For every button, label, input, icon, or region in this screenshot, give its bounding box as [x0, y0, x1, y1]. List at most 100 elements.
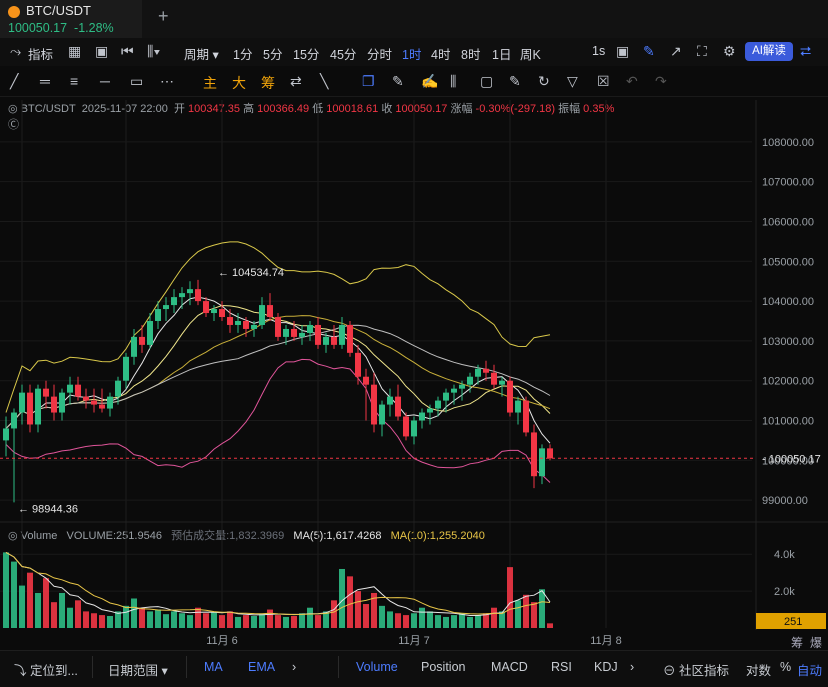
- volume-bar: [427, 611, 433, 628]
- candles-icon[interactable]: ⫼: [450, 73, 456, 90]
- candle-body: [139, 336, 145, 345]
- chevron-right-icon-2[interactable]: ›: [630, 660, 634, 674]
- candle-body: [187, 289, 193, 294]
- volume-bar: [11, 561, 17, 628]
- seconds-button[interactable]: 1s: [592, 44, 605, 58]
- filter-icon[interactable]: ▽: [567, 73, 578, 90]
- fullscreen-icon[interactable]: ⛶: [697, 43, 707, 60]
- candle-body: [91, 400, 97, 405]
- settings-icon[interactable]: ⚙: [723, 43, 736, 60]
- tab-ma[interactable]: MA: [204, 660, 223, 674]
- candle-body: [331, 336, 337, 345]
- auto-scale-toggle[interactable]: 自动: [797, 660, 822, 679]
- more-tools-icon[interactable]: ⋯: [160, 73, 174, 90]
- pen-icon[interactable]: ✎: [643, 43, 655, 60]
- volume-bar: [291, 616, 297, 628]
- main-force-button[interactable]: 主: [203, 73, 217, 93]
- time-tick-label: 11月 7: [398, 635, 430, 647]
- candle-body: [451, 388, 457, 393]
- chart-type-icon[interactable]: ⫼▾: [147, 43, 160, 60]
- hline-tool-icon[interactable]: ═: [40, 73, 50, 89]
- candle-body: [435, 400, 441, 409]
- candle-body: [75, 384, 81, 397]
- current-volume-label: 251: [784, 616, 802, 628]
- redo-icon[interactable]: ↷: [655, 73, 667, 90]
- volume-bar: [51, 602, 57, 628]
- tab-position[interactable]: Position: [421, 660, 465, 674]
- price-tick-label: 99000.00: [762, 495, 808, 507]
- sync-icon[interactable]: ⇄: [290, 73, 302, 90]
- delete-icon[interactable]: ☒: [597, 73, 610, 90]
- highlighter-icon[interactable]: ✍: [421, 73, 438, 90]
- tab-rsi[interactable]: RSI: [551, 660, 572, 674]
- note-icon[interactable]: ✎: [509, 73, 521, 90]
- share-network-icon[interactable]: ⮂: [800, 43, 811, 60]
- volume-bar: [523, 594, 529, 628]
- indicators-icon[interactable]: ⤳: [10, 43, 21, 60]
- chevron-right-icon[interactable]: ›: [292, 660, 296, 674]
- interval-45m[interactable]: 45分: [330, 44, 356, 63]
- interval-5m[interactable]: 5分: [263, 44, 282, 63]
- log-scale-toggle[interactable]: 对数: [746, 660, 771, 679]
- volume-bar: [539, 589, 545, 628]
- brush-icon[interactable]: ✎: [392, 73, 404, 90]
- indicators-button[interactable]: 指标: [28, 44, 53, 63]
- tab-macd[interactable]: MACD: [491, 660, 528, 674]
- burst-toggle[interactable]: 爆: [810, 634, 822, 651]
- copy-icon[interactable]: ❐: [362, 73, 375, 90]
- community-indicators-button[interactable]: ⊖ 社区指标: [663, 660, 729, 679]
- rewind-icon[interactable]: ⏮: [121, 43, 134, 60]
- candle-body: [171, 297, 177, 306]
- interval-8h[interactable]: 8时: [461, 44, 480, 63]
- price-tick-label: 101000.00: [762, 415, 814, 427]
- tab-btc-usdt[interactable]: BTC/USDT 100050.17 -1.28%: [0, 0, 142, 38]
- interval-1w[interactable]: 周K: [520, 44, 541, 63]
- undo-icon[interactable]: ↶: [626, 73, 638, 90]
- candle-body: [363, 376, 369, 385]
- calendar-icon[interactable]: ▦: [68, 43, 81, 60]
- interval-15m[interactable]: 15分: [293, 44, 319, 63]
- price-tick-label: 104000.00: [762, 296, 814, 308]
- date-range-dropdown[interactable]: 日期范围 ▾: [108, 660, 168, 679]
- price-tick-label: 108000.00: [762, 137, 814, 149]
- candle-body: [291, 328, 297, 337]
- tab-ema[interactable]: EMA: [248, 660, 275, 674]
- interval-1d[interactable]: 1日: [492, 44, 511, 63]
- interval-1h[interactable]: 1时: [402, 44, 421, 63]
- interval-timeline[interactable]: 分时: [367, 44, 392, 63]
- layout-icon[interactable]: ▣: [95, 43, 108, 60]
- locate-button[interactable]: ⤵ 定位到...: [14, 660, 78, 679]
- trash-lock-icon[interactable]: ▢: [480, 73, 493, 90]
- ray-tool-icon[interactable]: ─: [100, 73, 110, 89]
- candle-body: [475, 368, 481, 377]
- measure-icon[interactable]: ╲: [320, 73, 328, 90]
- ai-explain-button[interactable]: AI解读: [745, 42, 793, 61]
- chips-toggle[interactable]: 筹: [791, 634, 803, 651]
- candle-body: [211, 309, 217, 314]
- tab-volume[interactable]: Volume: [356, 660, 398, 674]
- magnet-icon[interactable]: ↻: [538, 73, 550, 90]
- line-tool-icon[interactable]: ╱: [10, 73, 18, 90]
- volume-bar: [99, 615, 105, 628]
- tab-kdj[interactable]: KDJ: [594, 660, 618, 674]
- parallel-tool-icon[interactable]: ≡: [70, 73, 78, 89]
- candle-body: [19, 392, 25, 413]
- candlestick-chart[interactable]: 108000.00 107000.00 106000.00 105000.00 1040…: [0, 96, 828, 650]
- volume-ma5-line: [5, 551, 551, 616]
- add-tab-icon[interactable]: +: [158, 6, 169, 27]
- percent-toggle[interactable]: %: [780, 660, 791, 674]
- candle-body: [531, 432, 537, 477]
- period-dropdown[interactable]: 周期 ▾: [184, 44, 219, 63]
- volume-bar: [19, 585, 25, 628]
- interval-1m[interactable]: 1分: [233, 44, 252, 63]
- camera-icon[interactable]: ▣: [616, 43, 629, 60]
- big-order-button[interactable]: 大: [232, 73, 246, 93]
- candle-body: [179, 293, 185, 298]
- chips-button[interactable]: 筹: [261, 73, 275, 93]
- volume-bar: [483, 613, 489, 628]
- share-icon[interactable]: ↗: [670, 43, 682, 60]
- candle-body: [355, 352, 361, 377]
- rect-tool-icon[interactable]: ▭: [130, 73, 143, 90]
- low-annotation: ← 98944.36: [18, 503, 78, 515]
- interval-4h[interactable]: 4时: [431, 44, 450, 63]
